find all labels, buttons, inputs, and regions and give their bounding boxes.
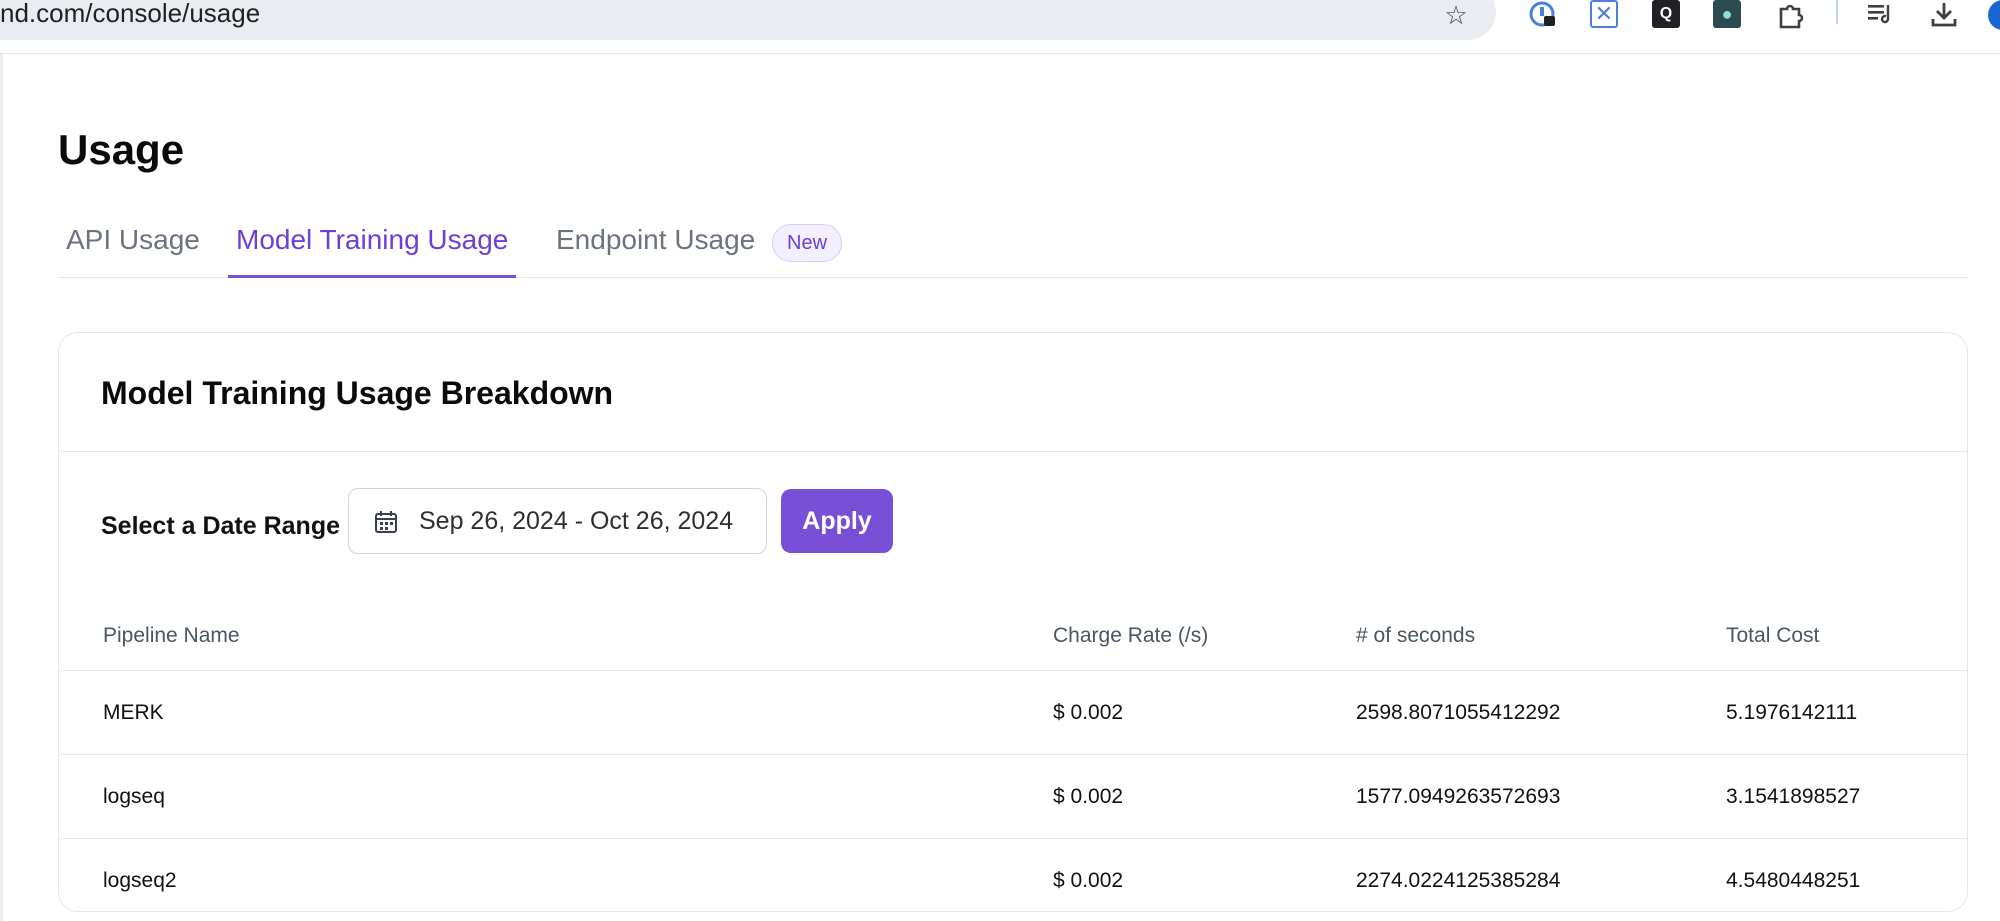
card-title: Model Training Usage Breakdown	[101, 375, 614, 411]
table-row: logseq2 $ 0.002 2274.0224125385284 4.548…	[59, 839, 1967, 911]
address-bar[interactable]: nd.com/console/usage	[0, 0, 1496, 40]
cell-seconds: 2274.0224125385284	[1356, 869, 1561, 892]
apply-button[interactable]: Apply	[781, 489, 893, 553]
cell-seconds: 2598.8071055412292	[1356, 700, 1561, 724]
date-range-picker[interactable]: Sep 26, 2024 - Oct 26, 2024	[348, 488, 767, 554]
date-range-value: Sep 26, 2024 - Oct 26, 2024	[419, 507, 734, 535]
table-row: MERK $ 0.002 2598.8071055412292 5.197614…	[59, 671, 1967, 755]
reading-list-icon[interactable]	[1864, 0, 1896, 30]
q-extension-icon[interactable]: Q	[1652, 0, 1680, 28]
star-icon[interactable]: ☆	[1440, 0, 1472, 30]
cell-total-cost: 4.5480448251	[1726, 869, 1861, 892]
password-manager-icon[interactable]	[1527, 0, 1559, 30]
header-seconds: # of seconds	[1356, 623, 1476, 647]
address-bar-url[interactable]: nd.com/console/usage	[0, 0, 260, 26]
cell-seconds: 1577.0949263572693	[1356, 784, 1561, 808]
cell-charge-rate: $ 0.002	[1053, 700, 1124, 724]
app-extension-icon[interactable]: ●	[1713, 0, 1741, 28]
page-left-border	[0, 54, 3, 921]
header-total-cost: Total Cost	[1726, 623, 1820, 647]
tab-model-training-usage[interactable]: Model Training Usage	[228, 212, 517, 278]
page-title: Usage	[58, 126, 185, 173]
header-charge-rate: Charge Rate (/s)	[1053, 623, 1209, 647]
table-row: logseq $ 0.002 1577.0949263572693 3.1541…	[59, 755, 1967, 839]
date-range-label: Select a Date Range	[101, 512, 340, 540]
cell-charge-rate: $ 0.002	[1053, 869, 1124, 892]
toolbar-divider	[1836, 0, 1838, 24]
calendar-icon	[375, 511, 397, 533]
cell-charge-rate: $ 0.002	[1053, 784, 1124, 808]
cell-total-cost: 3.1541898527	[1726, 784, 1861, 808]
cell-total-cost: 5.1976142111	[1726, 700, 1858, 724]
cell-pipeline-name: MERK	[103, 700, 164, 724]
table-header-row: Pipeline Name Charge Rate (/s) # of seco…	[59, 589, 1967, 671]
cell-pipeline-name: logseq2	[103, 869, 177, 892]
tab-endpoint-usage[interactable]: Endpoint Usage	[556, 212, 755, 278]
cell-pipeline-name: logseq	[103, 784, 165, 808]
profile-avatar[interactable]	[1988, 0, 2000, 30]
tab-api-usage[interactable]: API Usage	[66, 212, 200, 278]
download-icon[interactable]	[1928, 0, 1960, 30]
puzzle-extensions-icon[interactable]	[1775, 0, 1807, 30]
new-badge: New	[772, 224, 843, 262]
usage-breakdown-card: Model Training Usage Breakdown Select a …	[58, 332, 1968, 912]
usage-tabs: API Usage Model Training Usage Endpoint …	[58, 212, 1968, 278]
card-divider	[59, 451, 1967, 452]
usage-table: Pipeline Name Charge Rate (/s) # of seco…	[59, 589, 1967, 911]
header-pipeline-name: Pipeline Name	[103, 623, 240, 647]
x-extension-icon[interactable]: ✕	[1590, 0, 1618, 28]
browser-toolbar: nd.com/console/usage ☆ ✕ Q ●	[0, 0, 2000, 54]
